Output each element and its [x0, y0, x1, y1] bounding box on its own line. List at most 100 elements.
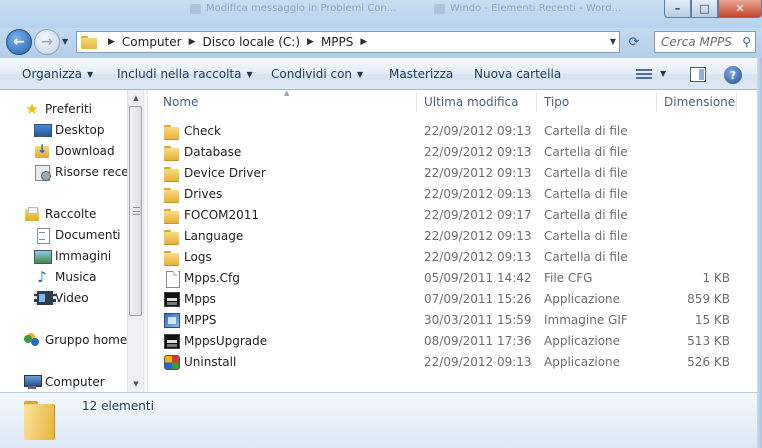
- chevron-right-icon[interactable]: ▶: [189, 37, 196, 47]
- include-library-button[interactable]: Includi nella raccolta ▼: [117, 67, 253, 81]
- address-bar[interactable]: ▶ Computer ▶ Disco locale (C:) ▶ MPPS ▶ …: [76, 31, 620, 53]
- file-modified: 22/09/2012 09:17: [424, 208, 532, 222]
- organize-label: Organizza: [22, 67, 83, 81]
- chevron-right-icon[interactable]: ▶: [108, 37, 115, 47]
- preview-pane-icon[interactable]: [690, 67, 706, 82]
- column-header-size[interactable]: Dimensione: [664, 95, 735, 109]
- file-size: 526 KB: [687, 355, 730, 369]
- new-folder-button[interactable]: Nuova cartella: [474, 67, 561, 81]
- file-type: Cartella di file: [544, 124, 628, 138]
- file-modified: 07/09/2011 15:26: [424, 292, 532, 306]
- history-dropdown-icon[interactable]: ▼: [62, 37, 68, 46]
- table-row[interactable]: Uninstall 22/09/2012 09:13 Applicazione …: [162, 352, 750, 373]
- address-dropdown-icon[interactable]: ▼: [610, 37, 616, 46]
- search-icon[interactable]: ⚲: [742, 35, 751, 49]
- folder-icon: [164, 166, 180, 182]
- grip-icon: [133, 207, 140, 215]
- folder-icon: [164, 250, 180, 266]
- navigation-scrollbar[interactable]: ▲ ▼: [127, 90, 143, 392]
- nav-label: Gruppo home: [45, 333, 127, 347]
- refresh-button[interactable]: ⟳: [622, 32, 646, 53]
- help-icon[interactable]: ?: [724, 66, 742, 84]
- nav-favorites[interactable]: ★ Preferiti: [24, 99, 92, 119]
- chevron-right-icon[interactable]: ▶: [360, 37, 367, 47]
- share-with-button[interactable]: Condividi con ▼: [271, 67, 363, 81]
- address-row: ← → ▼ ▶ Computer ▶ Disco locale (C:) ▶ M…: [0, 28, 762, 58]
- file-name: Mpps.Cfg: [184, 271, 240, 285]
- file-name: Language: [184, 229, 244, 243]
- table-row[interactable]: Logs 22/09/2012 09:13 Cartella di file: [162, 247, 750, 268]
- forward-button[interactable]: →: [34, 29, 60, 55]
- file-name: Check: [184, 124, 221, 138]
- nav-homegroup[interactable]: Gruppo home: [24, 330, 127, 350]
- file-size: 513 KB: [687, 334, 730, 348]
- table-row[interactable]: Mpps.Cfg 05/09/2011 14:42 File CFG 1 KB: [162, 268, 750, 289]
- column-divider[interactable]: [416, 92, 417, 112]
- chevron-down-icon: ▼: [246, 70, 253, 79]
- back-button[interactable]: ←: [6, 29, 32, 55]
- close-button[interactable]: ✕: [718, 0, 762, 18]
- column-header-modified[interactable]: Ultima modifica: [424, 95, 519, 109]
- folder-icon: [164, 208, 180, 224]
- file-name: Uninstall: [184, 355, 237, 369]
- table-row[interactable]: MPPS 30/03/2011 15:59 Immagine GIF 15 KB: [162, 310, 750, 331]
- nav-download[interactable]: Download: [34, 141, 115, 161]
- nav-music[interactable]: ♪ Musica: [34, 267, 97, 287]
- chevron-right-icon[interactable]: ▶: [307, 37, 314, 47]
- column-header-type[interactable]: Tipo: [544, 95, 569, 109]
- minimize-button[interactable]: –: [664, 0, 691, 18]
- breadcrumb-local-disk[interactable]: Disco locale (C:): [203, 35, 301, 49]
- column-divider[interactable]: [536, 92, 537, 112]
- burn-button[interactable]: Masterizza: [389, 67, 453, 81]
- nav-recent[interactable]: Risorse recenti: [34, 162, 127, 182]
- table-row[interactable]: Mpps 07/09/2011 15:26 Applicazione 859 K…: [162, 289, 750, 310]
- table-row[interactable]: Check 22/09/2012 09:13 Cartella di file: [162, 121, 750, 142]
- file-modified: 08/09/2011 17:36: [424, 334, 532, 348]
- search-input[interactable]: Cerca MPPS ⚲: [654, 31, 756, 53]
- download-folder-icon: [34, 142, 50, 159]
- nav-pictures[interactable]: Immagini: [34, 246, 111, 266]
- folder-icon: [164, 187, 180, 203]
- file-name: MppsUpgrade: [184, 334, 268, 348]
- nav-label: Musica: [55, 270, 97, 284]
- file-modified: 22/09/2012 09:13: [424, 355, 532, 369]
- maximize-button[interactable]: □: [691, 0, 718, 18]
- file-name: Logs: [184, 250, 212, 264]
- column-header-name[interactable]: Nome: [163, 95, 198, 109]
- cfg-file-icon: [164, 271, 180, 288]
- background-window-title: Windo - Elementi Recenti - Word...: [430, 0, 640, 18]
- table-row[interactable]: Device Driver 22/09/2012 09:13 Cartella …: [162, 163, 750, 184]
- file-type: Cartella di file: [544, 208, 628, 222]
- star-icon: ★: [25, 100, 39, 118]
- nav-libraries[interactable]: Raccolte: [24, 204, 96, 224]
- view-options-icon[interactable]: [636, 69, 652, 80]
- organize-button[interactable]: Organizza ▼: [22, 67, 93, 81]
- table-row[interactable]: FOCOM2011 22/09/2012 09:17 Cartella di f…: [162, 205, 750, 226]
- table-row[interactable]: MppsUpgrade 08/09/2011 17:36 Applicazion…: [162, 331, 750, 352]
- file-modified: 22/09/2012 09:13: [424, 124, 532, 138]
- file-modified: 05/09/2011 14:42: [424, 271, 532, 285]
- table-row[interactable]: Language 22/09/2012 09:13 Cartella di fi…: [162, 226, 750, 247]
- nav-computer[interactable]: Computer: [24, 372, 105, 392]
- nav-video[interactable]: Video: [34, 288, 89, 308]
- desktop-icon: [34, 122, 52, 138]
- table-row[interactable]: Drives 22/09/2012 09:13 Cartella di file: [162, 184, 750, 205]
- nav-label: Raccolte: [45, 207, 97, 221]
- nav-desktop[interactable]: Desktop: [34, 120, 105, 140]
- background-window-title: Modifica messaggio in Problemi Con...: [186, 0, 422, 18]
- folder-icon: [22, 399, 62, 443]
- recent-places-icon: [34, 164, 51, 181]
- breadcrumb-mpps[interactable]: MPPS: [321, 35, 353, 49]
- table-row[interactable]: Database 22/09/2012 09:13 Cartella di fi…: [162, 142, 750, 163]
- chevron-down-icon: ▼: [357, 70, 364, 79]
- scroll-down-icon[interactable]: ▼: [128, 376, 144, 392]
- column-divider[interactable]: [656, 92, 657, 112]
- breadcrumb-computer[interactable]: Computer: [122, 35, 182, 49]
- chevron-down-icon[interactable]: ▼: [660, 69, 666, 78]
- file-name: MPPS: [184, 313, 217, 327]
- column-divider[interactable]: [736, 92, 737, 112]
- scroll-up-icon[interactable]: ▲: [128, 90, 144, 106]
- file-type: Cartella di file: [544, 250, 628, 264]
- nav-documents[interactable]: Documenti: [34, 225, 121, 245]
- scrollbar-thumb[interactable]: [129, 106, 142, 316]
